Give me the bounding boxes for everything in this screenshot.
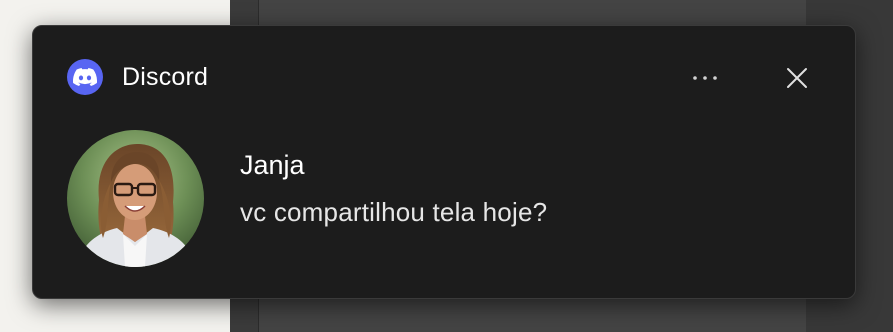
sender-name: Janja: [240, 150, 305, 180]
close-button[interactable]: [777, 58, 817, 98]
more-options-button[interactable]: [685, 58, 725, 98]
app-name: Discord: [122, 63, 209, 91]
sender-avatar[interactable]: [67, 130, 204, 267]
close-icon: [787, 68, 807, 88]
discord-logo-icon: [67, 59, 103, 95]
notification-toast[interactable]: Discord Janja vc compartilhou tela hoje?: [32, 25, 856, 299]
more-options-icon: [693, 76, 717, 80]
message-text: vc compartilhou tela hoje?: [240, 197, 548, 227]
